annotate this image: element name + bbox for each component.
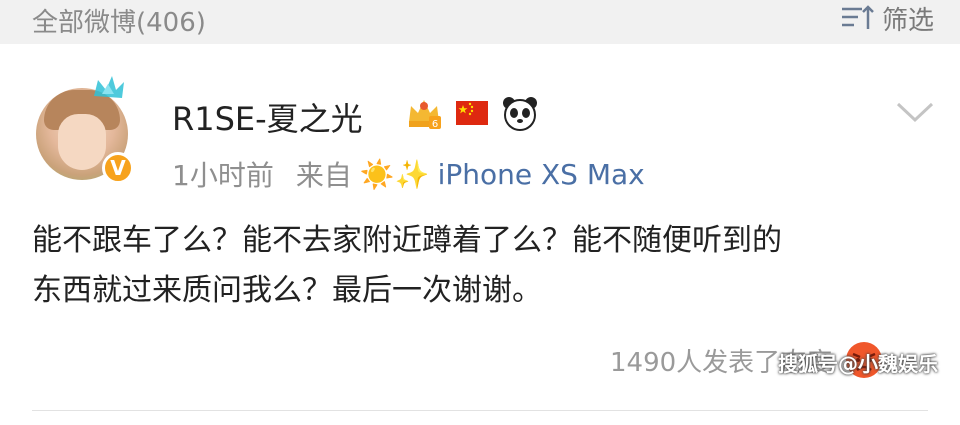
- divider: [32, 410, 928, 411]
- username[interactable]: R1SE-夏之光: [172, 94, 363, 140]
- post-meta: 1小时前 来自 ☀️✨ iPhone XS Max: [172, 154, 645, 194]
- source-device-link[interactable]: iPhone XS Max: [438, 158, 645, 191]
- user-avatar[interactable]: V: [36, 74, 136, 184]
- chevron-down-icon[interactable]: [892, 96, 938, 128]
- member-crown-icon: [94, 76, 124, 98]
- post-content-line: 能不跟车了么？能不去家附近蹲着了么？能不随便听到的: [32, 223, 782, 258]
- china-flag-icon[interactable]: [453, 94, 491, 132]
- panda-icon[interactable]: [501, 94, 539, 132]
- crown-level-text: 6: [432, 119, 438, 130]
- top-bar: 全部微博(406) 筛选: [0, 0, 960, 44]
- post-content-line: 东西就过来质问我么？最后一次谢谢。: [32, 273, 542, 308]
- crown-level-6-icon[interactable]: 6: [405, 94, 443, 132]
- source-from-label: 来自: [295, 159, 352, 192]
- post-time: 1小时前: [172, 159, 274, 192]
- filter-button[interactable]: 筛选: [840, 0, 934, 36]
- source-emoji: ☀️✨: [359, 157, 430, 191]
- post-content: 能不跟车了么？能不去家附近蹲着了么？能不随便听到的 东西就过来质问我么？最后一次…: [32, 216, 932, 316]
- watermark: 搜狐号@小魏娱乐: [778, 352, 938, 376]
- filter-label: 筛选: [881, 5, 934, 36]
- verified-badge: V: [102, 152, 134, 184]
- user-badges: 6: [405, 94, 539, 132]
- all-posts-count[interactable]: 全部微博(406): [32, 2, 206, 39]
- filter-icon: [841, 5, 874, 29]
